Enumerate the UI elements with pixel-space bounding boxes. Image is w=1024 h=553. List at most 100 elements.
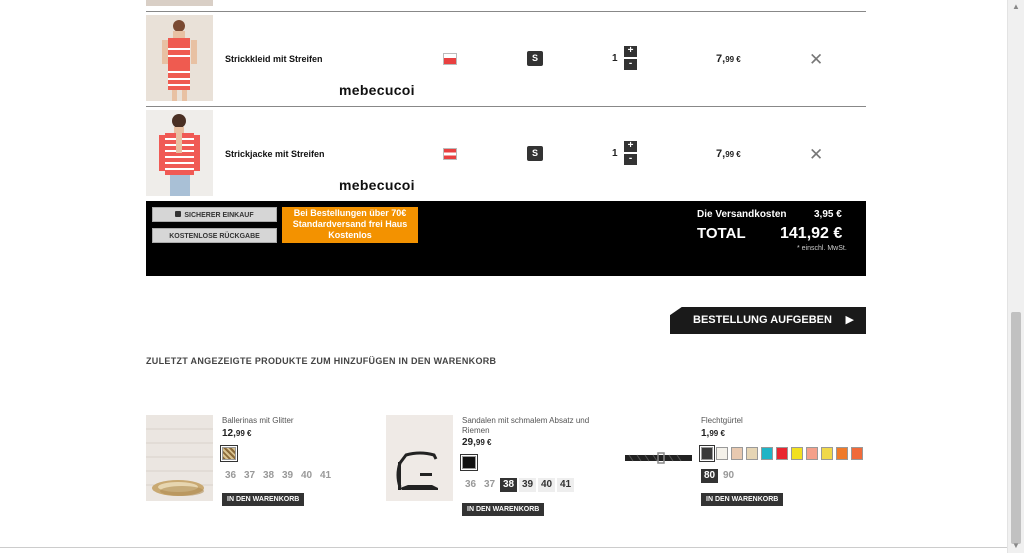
size-option[interactable]: 40 xyxy=(298,469,315,483)
quantity-value: 1 xyxy=(612,53,618,64)
product-image-sandalen[interactable] xyxy=(386,415,453,501)
cart-row: Strickkleid mit Streifen mebecucoi S 1 +… xyxy=(146,12,866,106)
secure-checkout-button[interactable]: SICHERER EINKAUF xyxy=(152,207,277,222)
recent-product-price: 29,99 € xyxy=(462,437,491,448)
promo-line: Kostenlos xyxy=(328,230,372,240)
product-image-ballerinas[interactable] xyxy=(146,415,213,501)
product-image-strickkleid[interactable] xyxy=(146,15,213,101)
color-swatch[interactable] xyxy=(746,447,758,460)
color-swatch[interactable] xyxy=(821,447,833,460)
add-to-cart-button[interactable]: IN DEN WARENKORB xyxy=(222,493,305,506)
color-swatch[interactable] xyxy=(220,445,238,462)
free-return-button[interactable]: KOSTENLOSE RÜCKGABE xyxy=(152,228,277,243)
size-badge: S xyxy=(527,146,543,161)
color-swatch[interactable] xyxy=(460,454,478,471)
size-option[interactable]: 36 xyxy=(222,469,239,483)
size-option[interactable]: 38 xyxy=(500,478,517,492)
color-swatch[interactable] xyxy=(716,447,728,460)
size-options: 36 37 38 39 40 41 xyxy=(462,478,574,492)
size-badge: S xyxy=(527,51,543,66)
size-option[interactable]: 39 xyxy=(279,469,296,483)
recent-product-price: 1,99 € xyxy=(701,428,725,439)
size-option[interactable]: 41 xyxy=(557,478,574,492)
promo-line: Standardversand frei Haus xyxy=(292,219,408,229)
scroll-up-icon[interactable]: ▲ xyxy=(1011,2,1021,12)
vertical-scrollbar[interactable]: ▲ ▼ xyxy=(1007,0,1024,553)
size-option[interactable]: 38 xyxy=(260,469,277,483)
cart-row: Strickjacke mit Streifen mebecucoi S 1 +… xyxy=(146,107,866,201)
color-swatch[interactable] xyxy=(699,445,715,462)
price-cents: 99 € xyxy=(725,55,741,64)
total-value: 141,92 € xyxy=(780,225,843,242)
size-option[interactable]: 90 xyxy=(720,469,737,483)
price-cents: 99 € xyxy=(475,438,492,447)
play-arrow-icon: ▶ xyxy=(845,314,854,326)
color-swatch[interactable] xyxy=(731,447,743,460)
size-options: 80 90 xyxy=(701,469,737,483)
color-swatch xyxy=(443,53,457,65)
color-swatches xyxy=(699,445,863,462)
watermark-text: mebecucoi xyxy=(339,177,415,193)
total-label: TOTAL xyxy=(697,225,746,242)
add-to-cart-button[interactable]: IN DEN WARENKORB xyxy=(701,493,784,506)
size-option[interactable]: 37 xyxy=(481,478,498,492)
price-main: 7, xyxy=(716,148,726,160)
secure-checkout-label: SICHERER EINKAUF xyxy=(184,212,254,219)
quantity-decrease-button[interactable]: - xyxy=(624,59,637,70)
recent-product-name[interactable]: Flechtgürtel xyxy=(701,416,841,426)
place-order-label: BESTELLUNG AUFGEBEN xyxy=(693,314,832,326)
price-cents: 99 € xyxy=(235,429,252,438)
recent-product-name[interactable]: Ballerinas mit Glitter xyxy=(222,416,362,426)
price-cents: 99 € xyxy=(725,150,741,159)
size-option[interactable]: 36 xyxy=(462,478,479,492)
product-image-flechtguertel[interactable] xyxy=(625,415,692,501)
item-price: 7,99 € xyxy=(716,53,741,65)
promo-line: Bei Bestellungen über 70€ xyxy=(293,208,407,218)
scrollbar-thumb[interactable] xyxy=(1011,312,1021,544)
shipping-value: 3,95 € xyxy=(814,209,842,220)
item-name[interactable]: Strickkleid mit Streifen xyxy=(225,54,323,64)
price-cents: 99 € xyxy=(709,429,725,438)
size-option[interactable]: 39 xyxy=(519,478,536,492)
color-swatch[interactable] xyxy=(836,447,848,460)
free-shipping-promo: Bei Bestellungen über 70€ Standardversan… xyxy=(282,207,418,243)
watermark-text: mebecucoi xyxy=(339,82,415,98)
place-order-button[interactable]: BESTELLUNG AUFGEBEN ▶ xyxy=(670,307,866,334)
color-swatches xyxy=(460,454,478,471)
scroll-down-icon[interactable]: ▼ xyxy=(1011,541,1021,551)
price-main: 7, xyxy=(716,53,726,65)
remove-item-icon[interactable]: ✕ xyxy=(809,50,823,70)
item-price: 7,99 € xyxy=(716,148,741,160)
quantity-increase-button[interactable]: + xyxy=(624,141,637,152)
add-to-cart-button[interactable]: IN DEN WARENKORB xyxy=(462,503,545,516)
size-option[interactable]: 41 xyxy=(317,469,334,483)
color-swatch[interactable] xyxy=(851,447,863,460)
quantity-value: 1 xyxy=(612,148,618,159)
product-image-strickjacke[interactable] xyxy=(146,110,213,196)
quantity-increase-button[interactable]: + xyxy=(624,46,637,57)
recent-product: Sandalen mit schmalem Absatz und Riemen … xyxy=(386,415,606,516)
item-name[interactable]: Strickjacke mit Streifen xyxy=(225,149,325,159)
recent-product-price: 12,99 € xyxy=(222,428,251,439)
size-option[interactable]: 80 xyxy=(701,469,718,483)
size-option[interactable]: 40 xyxy=(538,478,555,492)
lock-icon xyxy=(175,211,182,217)
color-swatch[interactable] xyxy=(806,447,818,460)
price-main: 12, xyxy=(222,428,236,439)
shipping-label: Die Versandkosten xyxy=(697,209,787,220)
size-option[interactable]: 37 xyxy=(241,469,258,483)
color-swatch[interactable] xyxy=(776,447,788,460)
color-swatch[interactable] xyxy=(761,447,773,460)
cart-summary: SICHERER EINKAUF KOSTENLOSE RÜCKGABE Bei… xyxy=(146,201,866,276)
recently-viewed-title: ZULETZT ANGEZEIGTE PRODUKTE ZUM HINZUFÜG… xyxy=(146,356,497,366)
recent-product: Flechtgürtel 1,99 € 80 90 IN DEN WARENKO… xyxy=(625,415,863,515)
quantity-decrease-button[interactable]: - xyxy=(624,154,637,165)
color-swatch xyxy=(443,148,457,160)
size-options: 36 37 38 39 40 41 xyxy=(222,469,334,483)
color-swatches xyxy=(220,445,238,462)
recent-product-name[interactable]: Sandalen mit schmalem Absatz und Riemen xyxy=(462,416,602,436)
remove-item-icon[interactable]: ✕ xyxy=(809,145,823,165)
color-swatch[interactable] xyxy=(791,447,803,460)
page-bottom-divider xyxy=(0,547,1007,548)
vat-note: * einschl. MwSt. xyxy=(797,245,847,252)
